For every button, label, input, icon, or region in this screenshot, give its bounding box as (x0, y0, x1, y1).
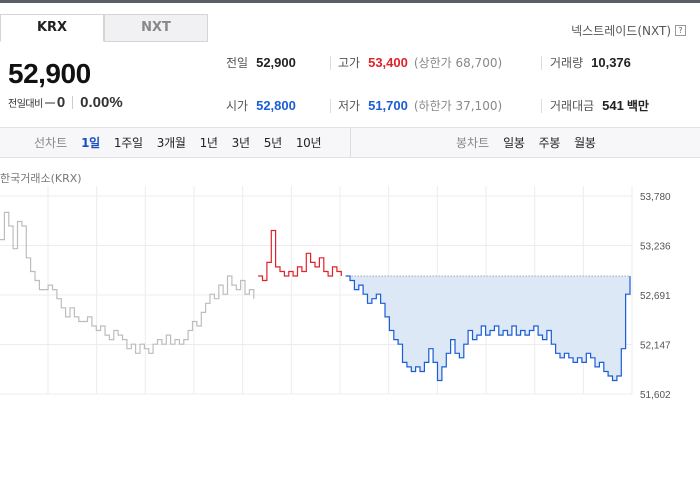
y-tick-label: 52,691 (640, 291, 671, 302)
y-tick-label: 53,780 (640, 192, 671, 203)
y-tick-label: 52,147 (640, 341, 671, 352)
price-chart: 53,780 53,236 52,691 52,147 51,602 (0, 186, 671, 401)
price-line-prior (0, 211, 255, 354)
y-tick-label: 51,602 (640, 390, 671, 401)
y-tick-label: 53,236 (640, 242, 671, 253)
price-line-up (258, 229, 342, 282)
